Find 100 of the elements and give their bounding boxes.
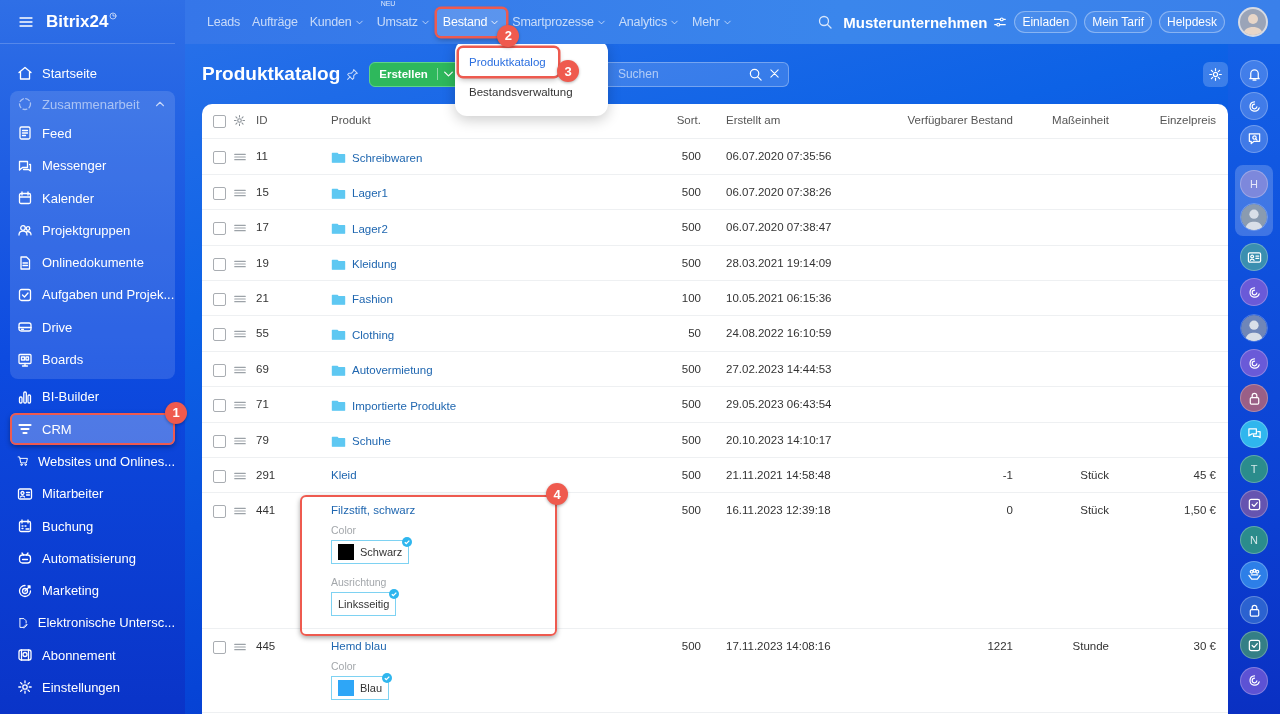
sidebar-item[interactable]: Aufgaben und Projek... xyxy=(10,278,175,312)
folder-icon xyxy=(331,327,346,343)
column-header[interactable]: Produkt xyxy=(331,114,621,126)
table-cell-text: 21.11.2021 14:58:48 xyxy=(726,468,832,481)
swirl-icon xyxy=(1246,98,1262,114)
row-checkbox[interactable] xyxy=(213,186,226,200)
chat-search-icon xyxy=(1246,131,1262,147)
table-cell-text: 100 xyxy=(680,291,701,304)
product-link[interactable]: Schreibwaren xyxy=(352,151,423,164)
table-cell-text: 50 xyxy=(687,327,701,340)
search-icon xyxy=(817,14,834,30)
table-cell-text: 29.05.2023 06:43:54 xyxy=(726,398,833,411)
table-cell-text: 441 xyxy=(256,504,277,517)
sidebar-item[interactable]: Marketing xyxy=(10,574,175,607)
settings-button[interactable] xyxy=(1203,61,1228,87)
sidebar-item[interactable]: Abonnement xyxy=(10,639,175,672)
row-checkbox[interactable] xyxy=(213,363,226,377)
row-checkbox[interactable] xyxy=(213,469,226,483)
sidebar-item[interactable]: Onlinedokumente xyxy=(10,246,175,279)
header-button[interactable]: Mein Tarif xyxy=(1084,11,1152,33)
subscription-icon xyxy=(17,647,33,664)
avatar[interactable] xyxy=(1240,313,1268,342)
column-header[interactable]: Verfügbarer Bestand xyxy=(906,114,1013,126)
sidebar-item[interactable]: Drive xyxy=(10,311,175,344)
product-link[interactable]: Kleid xyxy=(331,468,357,481)
table-cell-text: 27.02.2023 14:44:53 xyxy=(726,362,833,375)
row-checkbox[interactable] xyxy=(213,505,226,519)
table-cell-text: 45 € xyxy=(1192,468,1216,481)
step-badge: 4 xyxy=(546,483,568,506)
header-button[interactable]: Einladen xyxy=(1014,11,1078,33)
row-checkbox[interactable] xyxy=(213,641,226,655)
swirl-icon xyxy=(1246,355,1262,371)
table-cell-text: 20.10.2023 14:10:17 xyxy=(726,433,833,446)
table-cell-text: 21 xyxy=(256,291,270,304)
table-cell-text: Stück xyxy=(1079,468,1109,481)
people-icon xyxy=(1246,567,1262,583)
row-checkbox[interactable] xyxy=(213,151,226,165)
property-chip[interactable]: Schwarz xyxy=(331,540,410,565)
folder-icon xyxy=(331,398,346,414)
row-checkbox[interactable] xyxy=(213,434,226,448)
sidebar-item[interactable]: Buchung xyxy=(10,509,175,543)
column-header[interactable]: Maßeinheit xyxy=(1013,114,1109,126)
chat-avatar[interactable]: T xyxy=(1240,454,1268,483)
filter-icon xyxy=(993,15,1008,29)
select-all-checkbox[interactable] xyxy=(213,115,226,128)
sidebar-item[interactable]: Kalender xyxy=(10,181,175,215)
table-cell-text: 30 € xyxy=(1192,640,1216,653)
settings-icon xyxy=(1208,66,1223,82)
table-cell-text: 10.05.2021 06:15:36 xyxy=(726,291,833,304)
sidebar-item[interactable]: Feed xyxy=(10,117,175,150)
product-link[interactable]: Lager2 xyxy=(352,222,388,235)
swirl-icon xyxy=(1246,673,1262,689)
column-header[interactable]: Sort. xyxy=(621,114,701,126)
row-checkbox[interactable] xyxy=(213,328,226,342)
company-name[interactable]: Musterunternehmen xyxy=(843,13,988,31)
checkbox-icon xyxy=(17,286,33,303)
product-link[interactable]: Filzstift, schwarz xyxy=(331,504,416,517)
header-button[interactable]: Helpdesk xyxy=(1158,11,1225,33)
table-cell-text: 11 xyxy=(256,150,269,163)
avatar[interactable] xyxy=(1238,7,1268,37)
column-header[interactable]: Einzelpreis xyxy=(1109,114,1216,126)
avatar[interactable] xyxy=(1240,202,1268,231)
sidebar-item[interactable]: Mitarbeiter xyxy=(10,477,175,510)
settings-icon xyxy=(17,679,33,696)
product-link[interactable]: Fashion xyxy=(352,293,393,306)
sidebar-item[interactable]: Startseite xyxy=(10,57,175,90)
table-cell-text: 79 xyxy=(256,433,270,446)
table-cell-text: 24.08.2022 16:10:59 xyxy=(726,327,833,340)
id-card-icon xyxy=(1246,249,1262,265)
property-chip[interactable]: Linksseitig xyxy=(331,592,397,617)
row-checkbox[interactable] xyxy=(213,222,226,236)
sidebar-item[interactable]: Websites und Onlines... xyxy=(10,445,175,478)
product-link[interactable]: Importierte Produkte xyxy=(352,399,457,412)
column-header[interactable]: ID xyxy=(256,114,331,126)
product-link[interactable]: Clothing xyxy=(352,328,395,341)
row-checkbox[interactable] xyxy=(213,257,226,271)
document-icon xyxy=(17,254,33,271)
table-cell-text: 500 xyxy=(680,504,701,517)
row-checkbox[interactable] xyxy=(213,399,226,413)
sidebar-item[interactable]: Einstellungen xyxy=(10,671,175,704)
table-cell-text: 500 xyxy=(680,256,701,269)
row-checkbox[interactable] xyxy=(213,292,226,306)
page-title: Produktkatalog xyxy=(202,63,341,85)
product-link[interactable]: Autovermietung xyxy=(352,364,433,377)
column-header[interactable]: Erstellt am xyxy=(726,114,906,126)
bar-chart-icon xyxy=(17,388,33,405)
sidebar-item[interactable]: Boards xyxy=(10,343,175,376)
property-label: Ausrichtung xyxy=(331,576,388,589)
product-link[interactable]: Hemd blau xyxy=(331,640,387,653)
table-cell-text: 500 xyxy=(680,468,701,481)
product-link[interactable]: Lager1 xyxy=(352,187,388,200)
product-link[interactable]: Kleidung xyxy=(352,258,397,271)
chat-avatar[interactable]: N xyxy=(1240,525,1268,554)
product-link[interactable]: Schuhe xyxy=(352,435,391,447)
sidebar-item[interactable]: Messenger xyxy=(10,149,175,182)
sidebar-item[interactable]: Automatisierung xyxy=(10,542,175,575)
folder-icon xyxy=(331,221,346,237)
property-chip[interactable]: Blau xyxy=(331,676,390,701)
sidebar-item[interactable]: Elektronische Untersc... xyxy=(10,606,175,640)
sidebar-item[interactable]: Projektgruppen xyxy=(10,214,175,247)
